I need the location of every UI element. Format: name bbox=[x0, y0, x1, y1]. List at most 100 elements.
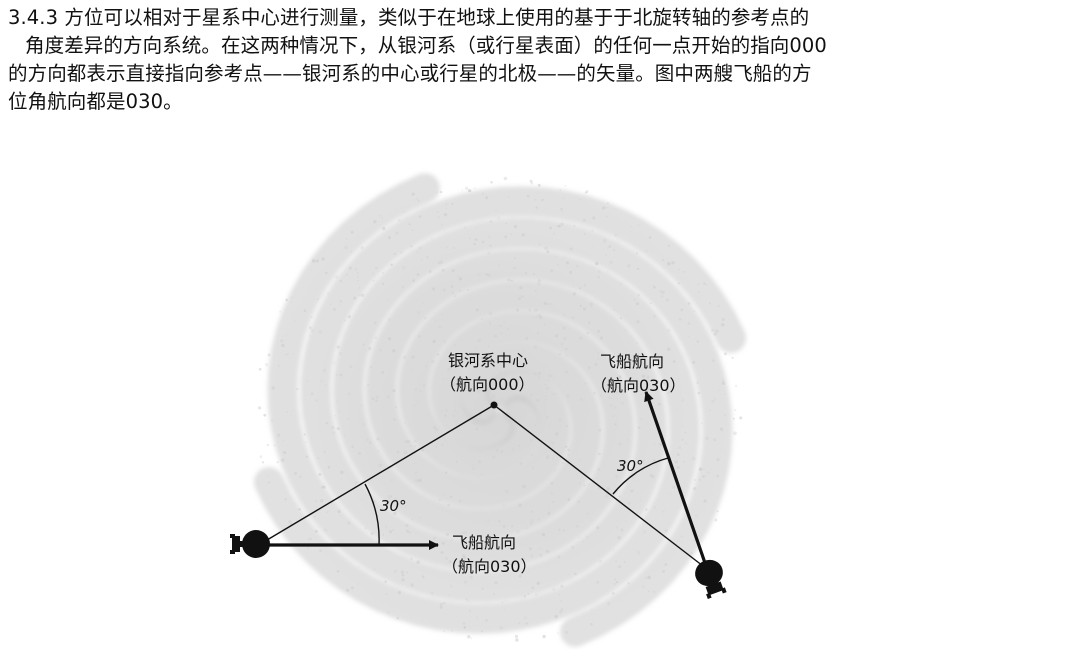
galaxy-star bbox=[390, 263, 393, 267]
galaxy-star bbox=[500, 450, 504, 454]
galaxy-star bbox=[489, 244, 492, 248]
galaxy-star bbox=[653, 459, 656, 462]
galaxy-star bbox=[659, 290, 662, 293]
galaxy-star bbox=[370, 366, 372, 368]
galaxy-star bbox=[500, 397, 504, 402]
galaxy-star bbox=[648, 286, 650, 288]
galaxy-star bbox=[590, 306, 593, 308]
galaxy-star bbox=[317, 457, 319, 459]
galaxy-star bbox=[567, 574, 570, 576]
galaxy-star bbox=[569, 247, 573, 251]
galaxy-star bbox=[492, 394, 496, 398]
galaxy-star bbox=[277, 433, 281, 437]
galaxy-star bbox=[560, 584, 564, 588]
galaxy-star bbox=[645, 250, 648, 253]
galaxy-star bbox=[649, 473, 653, 478]
galaxy-star bbox=[687, 302, 691, 305]
galaxy-star bbox=[618, 442, 622, 446]
galaxy-star bbox=[703, 282, 706, 285]
galaxy-star bbox=[333, 362, 335, 364]
galaxy-star bbox=[652, 285, 656, 289]
galaxy-heading-diagram: 银河系中心 （航向000） 飞船航向 （航向030） 飞船航向 （航向030） … bbox=[230, 165, 750, 650]
galaxy-star bbox=[475, 308, 479, 312]
galaxy-star bbox=[534, 289, 537, 292]
galaxy-star bbox=[579, 304, 583, 308]
galaxy-star bbox=[731, 356, 734, 359]
galaxy-star bbox=[358, 451, 362, 456]
galaxy-star bbox=[385, 593, 388, 595]
galaxy-star bbox=[653, 591, 656, 593]
galaxy-star bbox=[642, 585, 645, 588]
galaxy-star bbox=[662, 510, 665, 513]
galaxy-star bbox=[469, 575, 473, 579]
galaxy-star bbox=[535, 593, 538, 597]
galaxy-star bbox=[362, 343, 365, 346]
galaxy-star bbox=[534, 423, 537, 427]
galaxy-star bbox=[589, 302, 594, 306]
galaxy-star bbox=[615, 474, 618, 478]
galaxy-star bbox=[293, 410, 295, 412]
galaxy-star bbox=[583, 484, 586, 487]
galaxy-star bbox=[609, 404, 613, 407]
galaxy-star bbox=[277, 364, 281, 368]
galaxy-star bbox=[534, 308, 538, 312]
galaxy-star bbox=[381, 217, 384, 219]
galaxy-star bbox=[551, 458, 554, 460]
galaxy-star bbox=[403, 422, 406, 425]
galaxy-star bbox=[645, 508, 648, 511]
galaxy-star bbox=[397, 218, 401, 222]
galaxy-star bbox=[370, 532, 374, 536]
galaxy-star bbox=[515, 308, 520, 312]
galaxy-star bbox=[368, 347, 372, 351]
galaxy-star bbox=[615, 560, 617, 562]
galaxy-star bbox=[452, 414, 456, 418]
galaxy-star bbox=[620, 528, 624, 532]
galaxy-star bbox=[591, 245, 593, 248]
galaxy-star bbox=[510, 233, 513, 235]
galaxy-star bbox=[400, 251, 403, 254]
galaxy-star bbox=[607, 247, 609, 249]
galaxy-star bbox=[579, 198, 582, 201]
galaxy-star bbox=[409, 444, 413, 447]
galaxy-star bbox=[414, 471, 418, 474]
galaxy-star bbox=[523, 594, 527, 598]
galaxy-star bbox=[401, 578, 405, 582]
galaxy-star bbox=[717, 304, 721, 308]
galaxy-star bbox=[577, 500, 581, 503]
galaxy-star bbox=[560, 222, 564, 227]
galaxy-star bbox=[385, 525, 388, 528]
galaxy-star bbox=[692, 360, 696, 364]
galaxy-star bbox=[439, 190, 443, 194]
galaxy-star bbox=[618, 495, 621, 498]
galaxy-star bbox=[335, 373, 339, 376]
galaxy-star bbox=[512, 447, 515, 450]
galaxy-star bbox=[411, 229, 414, 232]
galaxy-star bbox=[424, 428, 426, 430]
galaxy-star bbox=[324, 528, 327, 531]
galaxy-star bbox=[574, 572, 577, 576]
galaxy-star bbox=[535, 316, 537, 318]
galaxy-star bbox=[571, 396, 573, 398]
galaxy-star bbox=[641, 533, 644, 535]
galaxy-star bbox=[580, 398, 583, 401]
galaxy-star bbox=[492, 593, 495, 596]
galaxy-star bbox=[546, 250, 550, 254]
galaxy-star bbox=[326, 511, 329, 513]
galaxy-star bbox=[569, 446, 572, 449]
galaxy-star bbox=[358, 565, 360, 568]
galaxy-star bbox=[445, 203, 448, 206]
galaxy-star bbox=[431, 287, 436, 291]
galaxy-star bbox=[443, 213, 448, 217]
galaxy-star bbox=[357, 279, 359, 282]
galaxy-star bbox=[711, 328, 715, 332]
galaxy-star bbox=[698, 467, 703, 472]
galaxy-star bbox=[502, 504, 505, 507]
galaxy-star bbox=[635, 302, 640, 306]
galaxy-star bbox=[335, 275, 339, 279]
galaxy-star bbox=[401, 573, 405, 577]
galaxy-star bbox=[418, 246, 423, 250]
galaxy-star bbox=[563, 314, 565, 317]
galaxy-star bbox=[555, 432, 559, 436]
galaxy-star bbox=[436, 216, 440, 219]
galaxy-star bbox=[395, 231, 399, 235]
